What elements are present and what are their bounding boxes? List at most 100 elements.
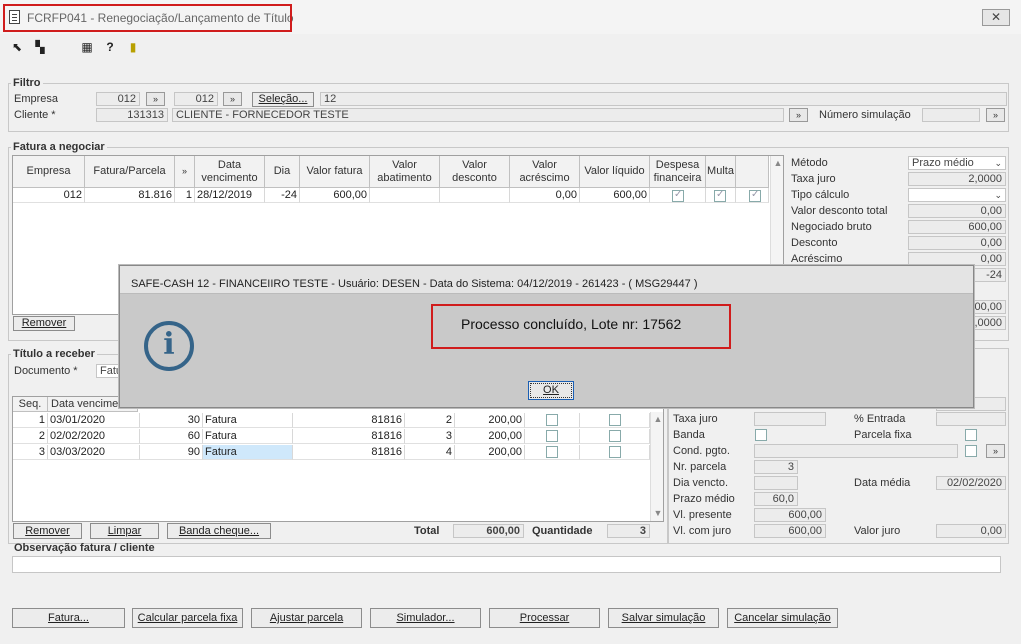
- multa-checkbox[interactable]: [714, 189, 726, 202]
- row1-documento[interactable]: 81816: [293, 413, 405, 428]
- row1-valor[interactable]: 200,00: [455, 413, 525, 428]
- row1-vencimento[interactable]: 03/01/2020: [48, 413, 140, 428]
- limpar-button[interactable]: Limpar: [90, 523, 159, 539]
- row1-checkbox-a[interactable]: [546, 414, 558, 426]
- row2-dias[interactable]: 60: [140, 429, 203, 444]
- cliente-search-button[interactable]: »: [789, 108, 808, 122]
- cell-valor-fatura[interactable]: 600,00: [300, 188, 370, 203]
- banda-checkbox[interactable]: [755, 429, 767, 441]
- processar-button[interactable]: Processar: [489, 608, 600, 628]
- entrada-field[interactable]: [936, 412, 1006, 426]
- col-valor-abatimento[interactable]: Valor abatimento: [370, 156, 440, 188]
- windows-icon[interactable]: ▚: [33, 40, 47, 54]
- row3-seq[interactable]: 3: [13, 445, 48, 460]
- cell-acrescimo[interactable]: 0,00: [510, 188, 580, 203]
- simulador-button[interactable]: Simulador...: [370, 608, 481, 628]
- cond-pgto-field[interactable]: [754, 444, 958, 458]
- selecao-field[interactable]: 12: [320, 92, 1007, 106]
- col-valor-desconto[interactable]: Valor desconto: [440, 156, 510, 188]
- col-seq[interactable]: Seq.: [13, 397, 48, 412]
- row3-dias[interactable]: 90: [140, 445, 203, 460]
- taxa-juro-field[interactable]: 2,0000: [908, 172, 1006, 186]
- metodo-select[interactable]: Prazo médio ⌄: [908, 156, 1006, 170]
- row1-tipo[interactable]: Fatura: [203, 413, 293, 428]
- row3-checkbox-a[interactable]: [546, 446, 558, 458]
- row1-dias[interactable]: 30: [140, 413, 203, 428]
- col-valor-fatura[interactable]: Valor fatura: [300, 156, 370, 188]
- selecao-button[interactable]: Seleção...: [252, 92, 314, 107]
- row3-parcela[interactable]: 4: [405, 445, 455, 460]
- salvar-simulacao-button[interactable]: Salvar simulação: [608, 608, 719, 628]
- num-simulacao-search-button[interactable]: »: [986, 108, 1005, 122]
- col-multa[interactable]: Multa: [706, 156, 736, 188]
- col-despesa-financeira[interactable]: Despesa financeira: [650, 156, 706, 188]
- extra-checkbox[interactable]: [749, 189, 761, 202]
- desconto-field[interactable]: 0,00: [908, 236, 1006, 250]
- negociado-bruto-field[interactable]: 600,00: [908, 220, 1006, 234]
- col-fatura-parcela[interactable]: Fatura/Parcela: [85, 156, 175, 188]
- tipo-calculo-select[interactable]: ⌄: [908, 188, 1006, 202]
- col-sort[interactable]: »: [175, 156, 195, 188]
- exit-icon[interactable]: ▮: [126, 40, 140, 54]
- acrescimo-field[interactable]: 0,00: [908, 252, 1006, 266]
- row2-checkbox-b[interactable]: [609, 430, 621, 442]
- despesa-checkbox[interactable]: [672, 189, 684, 202]
- row3-tipo[interactable]: Fatura: [203, 445, 293, 460]
- row3-documento[interactable]: 81816: [293, 445, 405, 460]
- nr-parcela-field[interactable]: 3: [754, 460, 798, 474]
- arrow-icon[interactable]: ⬉: [10, 40, 24, 54]
- col-valor-acrescimo[interactable]: Valor acréscimo: [510, 156, 580, 188]
- fatura-remover-button[interactable]: Remover: [13, 316, 75, 331]
- row2-documento[interactable]: 81816: [293, 429, 405, 444]
- cell-parcela[interactable]: 1: [175, 188, 195, 203]
- observacao-field[interactable]: [12, 556, 1001, 573]
- banda-cheque-button[interactable]: Banda cheque...: [167, 523, 271, 539]
- cliente-code-field[interactable]: 131313: [96, 108, 168, 122]
- row2-checkbox-a[interactable]: [546, 430, 558, 442]
- ajustar-parcela-button[interactable]: Ajustar parcela: [251, 608, 362, 628]
- dia-vencto-field[interactable]: [754, 476, 798, 490]
- row1-parcela[interactable]: 2: [405, 413, 455, 428]
- cond-pgto-checkbox[interactable]: [965, 445, 977, 457]
- calcular-parcela-fixa-button[interactable]: Calcular parcela fixa: [132, 608, 243, 628]
- cell-liquido[interactable]: 600,00: [580, 188, 650, 203]
- cell-vencimento[interactable]: 28/12/2019: [195, 188, 265, 203]
- cell-desconto[interactable]: [440, 188, 510, 203]
- cell-empresa[interactable]: 012: [13, 188, 85, 203]
- col-extra[interactable]: [736, 156, 769, 188]
- help-icon[interactable]: ?: [103, 40, 117, 54]
- row1-checkbox-b[interactable]: [609, 414, 621, 426]
- cell-dia[interactable]: -24: [265, 188, 300, 203]
- col-dia[interactable]: Dia: [265, 156, 300, 188]
- empresa2-field[interactable]: 012: [174, 92, 218, 106]
- col-empresa[interactable]: Empresa: [13, 156, 85, 188]
- row3-checkbox-b[interactable]: [609, 446, 621, 458]
- row3-valor[interactable]: 200,00: [455, 445, 525, 460]
- parc-taxa-juro-field[interactable]: [754, 412, 826, 426]
- row3-vencimento[interactable]: 03/03/2020: [48, 445, 140, 460]
- row2-valor[interactable]: 200,00: [455, 429, 525, 444]
- num-simulacao-field[interactable]: [922, 108, 980, 122]
- row2-parcela[interactable]: 3: [405, 429, 455, 444]
- cond-pgto-search-button[interactable]: »: [986, 444, 1005, 458]
- empresa-field[interactable]: 012: [96, 92, 140, 106]
- row1-seq[interactable]: 1: [13, 413, 48, 428]
- titulo-scrollbar[interactable]: ▲ ▼: [650, 412, 663, 521]
- calendar-icon[interactable]: ▦: [80, 40, 94, 54]
- empresa2-search-button[interactable]: »: [223, 92, 242, 106]
- cell-abatimento[interactable]: [370, 188, 440, 203]
- row2-seq[interactable]: 2: [13, 429, 48, 444]
- fatura-button[interactable]: Fatura...: [12, 608, 125, 628]
- cell-fatura[interactable]: 81.816: [85, 188, 175, 203]
- col-data-vencimento[interactable]: Data vencimento: [195, 156, 265, 188]
- col-valor-liquido[interactable]: Valor líquido: [580, 156, 650, 188]
- cancelar-simulacao-button[interactable]: Cancelar simulação: [727, 608, 838, 628]
- titulo-remover-button[interactable]: Remover: [13, 523, 82, 539]
- empresa-search-button[interactable]: »: [146, 92, 165, 106]
- cliente-name-field[interactable]: CLIENTE - FORNECEDOR TESTE: [172, 108, 784, 122]
- ok-button[interactable]: OK: [528, 381, 574, 400]
- parcela-fixa-checkbox[interactable]: [965, 429, 977, 441]
- row2-vencimento[interactable]: 02/02/2020: [48, 429, 140, 444]
- valor-desconto-total-field[interactable]: 0,00: [908, 204, 1006, 218]
- close-button[interactable]: ✕: [982, 9, 1010, 26]
